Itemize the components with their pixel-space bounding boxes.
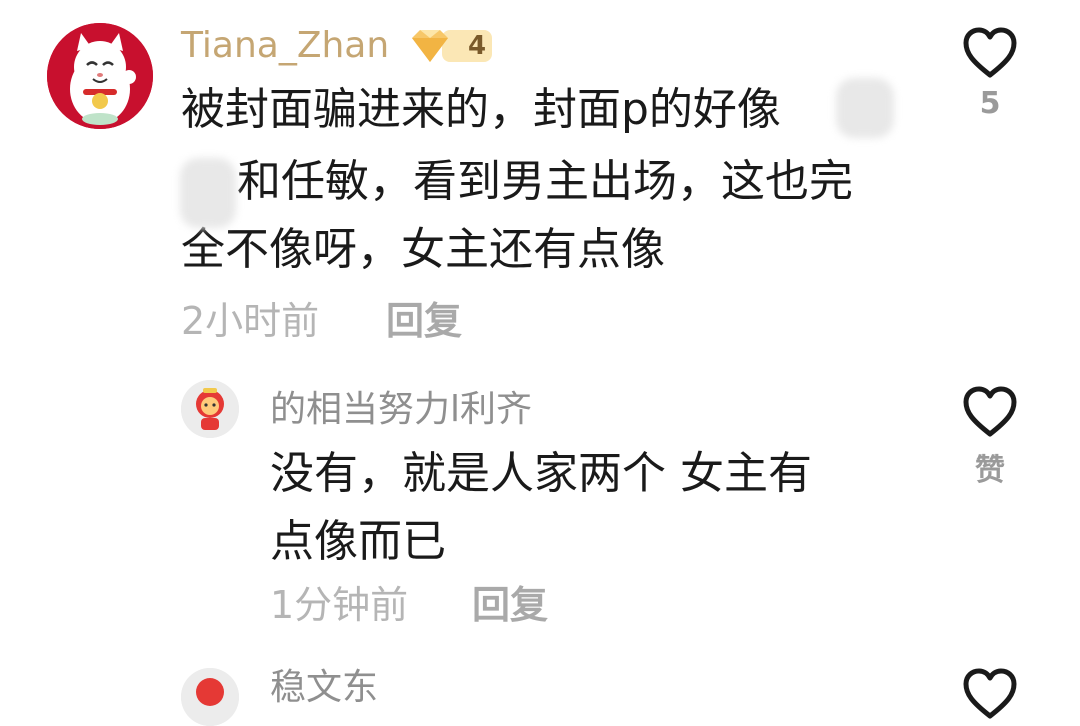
level-badge: 4 bbox=[408, 26, 494, 66]
comment-time: 1分钟前 bbox=[270, 583, 409, 627]
like-count: 5 bbox=[979, 86, 1001, 121]
comment-text-line: 点像而已 bbox=[270, 516, 446, 567]
blurred-sticker bbox=[836, 78, 894, 138]
avatar[interactable] bbox=[47, 23, 153, 129]
heart-icon bbox=[963, 27, 1017, 78]
avatar[interactable] bbox=[181, 668, 239, 726]
like-button[interactable] bbox=[962, 27, 1018, 83]
like-label: 赞 bbox=[975, 453, 1005, 488]
comment-username[interactable]: 稳文东 bbox=[270, 664, 378, 712]
comment-text-line: 被封面骗进来的，封面p的好像 bbox=[181, 84, 781, 135]
reply-button[interactable]: 回复 bbox=[386, 297, 462, 345]
like-button[interactable] bbox=[962, 386, 1018, 442]
heart-icon bbox=[963, 386, 1017, 437]
red-mascot-avatar-icon bbox=[181, 380, 239, 438]
avatar[interactable] bbox=[181, 380, 239, 438]
comment-time: 2小时前 bbox=[181, 299, 320, 343]
comment-text-line: 和任敏，看到男主出场，这也完 bbox=[237, 156, 853, 207]
like-button[interactable] bbox=[962, 668, 1018, 724]
comment-text-line: 全不像呀，女主还有点像 bbox=[181, 224, 665, 275]
red-mascot-avatar-icon bbox=[181, 668, 239, 726]
lucky-cat-avatar-icon bbox=[47, 23, 153, 129]
comment-username[interactable]: 的相当努力l利齐 bbox=[270, 386, 532, 434]
comment-text-line: 没有，就是人家两个 女主有 bbox=[270, 448, 812, 499]
blurred-sticker bbox=[180, 158, 236, 228]
comment-username[interactable]: Tiana_Zhan bbox=[181, 22, 389, 70]
reply-button[interactable]: 回复 bbox=[472, 581, 548, 629]
heart-icon bbox=[963, 668, 1017, 719]
level-number: 4 bbox=[467, 31, 487, 61]
